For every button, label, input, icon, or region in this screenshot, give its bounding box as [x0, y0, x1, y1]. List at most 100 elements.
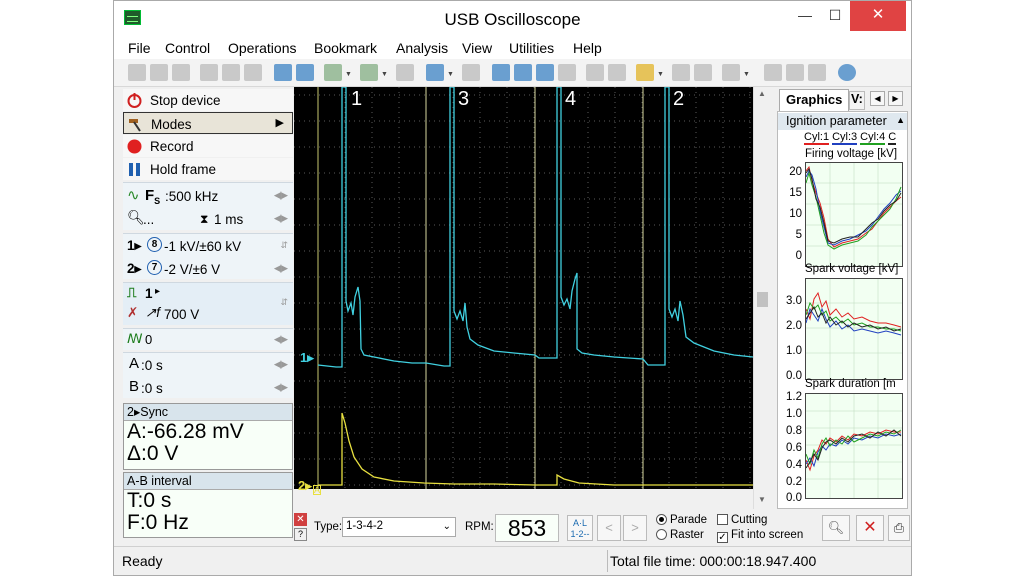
- waveform-icon[interactable]: [274, 64, 292, 81]
- sync-info-box: 2▸Sync A:-66.28 mV Δ:0 V: [123, 403, 293, 470]
- raster-label: Raster: [670, 529, 704, 541]
- oscilloscope-display[interactable]: 1 3 4 2 1▸ 2▸ A: [294, 87, 771, 495]
- tab-scroll-left-icon[interactable]: ◀: [870, 91, 885, 106]
- folder-icon[interactable]: [636, 64, 654, 81]
- scrollbar-thumb[interactable]: [757, 292, 768, 307]
- sync-cylinders-button[interactable]: A·L 1-2--: [567, 515, 593, 541]
- cutting-checkbox[interactable]: Cutting: [717, 514, 767, 526]
- filter-arrows-icon[interactable]: ◀|▶: [274, 334, 288, 345]
- zoom-button[interactable]: 🔍︎: [822, 515, 850, 541]
- clear-button[interactable]: ✕: [856, 515, 884, 541]
- firing-tick-20: 20: [789, 166, 802, 178]
- filter-row[interactable]: ꟿ 0 ◀|▶: [123, 328, 293, 350]
- check-multi-icon[interactable]: [536, 64, 554, 81]
- stop-device-button[interactable]: Stop device: [123, 89, 293, 111]
- sample-rate-arrows-icon[interactable]: ◀|▶: [274, 190, 288, 201]
- rpm-display: 853: [495, 514, 559, 542]
- frame-icon[interactable]: [586, 64, 604, 81]
- modes-button[interactable]: Modes ▶: [123, 112, 293, 134]
- print-icon[interactable]: [172, 64, 190, 81]
- menu-operations[interactable]: Operations: [228, 40, 296, 56]
- trigger-arrows-icon[interactable]: ⇵: [280, 297, 287, 308]
- timebase-arrows-icon[interactable]: ◀|▶: [274, 213, 288, 224]
- filter-dropdown-icon[interactable]: ▼: [381, 71, 388, 78]
- list-icon[interactable]: [722, 64, 740, 81]
- paste-frame-icon[interactable]: [222, 64, 240, 81]
- cursor-b-arrows-icon[interactable]: ◀|▶: [274, 382, 288, 393]
- stop-icon[interactable]: [694, 64, 712, 81]
- eraser-icon[interactable]: [608, 64, 626, 81]
- menu-view[interactable]: View: [462, 40, 492, 56]
- document-icon[interactable]: [786, 64, 804, 81]
- channel-1-marker[interactable]: 1▸: [300, 350, 314, 366]
- channel-1-range[interactable]: 1▸ 8 -1 kV/±60 kV ⇵: [123, 235, 293, 257]
- menu-control[interactable]: Control: [165, 40, 210, 56]
- zoom-timebase-control[interactable]: 🔍︎ ... ⧗ 1 ms ◀|▶: [123, 208, 293, 230]
- list-dropdown-icon[interactable]: ▼: [743, 71, 750, 78]
- record-button[interactable]: Record: [123, 135, 293, 157]
- tab-graphics[interactable]: Graphics: [779, 89, 849, 111]
- scope-vertical-scrollbar[interactable]: ▲ ▼: [753, 87, 771, 509]
- cursor-a-marker[interactable]: A: [313, 485, 322, 495]
- tab-scroll-right-icon[interactable]: ▶: [888, 91, 903, 106]
- trigger-edge-icon: ⎍: [127, 285, 137, 300]
- tab-values[interactable]: V:: [849, 91, 865, 110]
- raster-radio[interactable]: Raster: [656, 529, 704, 541]
- channel-1-arrows-icon[interactable]: ⇵: [280, 240, 287, 251]
- cursor-a-control[interactable]: A :0 s ◀|▶: [123, 354, 293, 376]
- folder-dropdown-icon[interactable]: ▼: [657, 71, 664, 78]
- chart-view-dropdown-icon[interactable]: ▼: [447, 71, 454, 78]
- minimize-button[interactable]: —: [790, 1, 820, 31]
- menu-bookmark[interactable]: Bookmark: [314, 40, 377, 56]
- close-bar-icon[interactable]: ✕: [294, 513, 307, 526]
- play-icon[interactable]: [672, 64, 690, 81]
- menu-file[interactable]: File: [128, 40, 151, 56]
- status-file-time: Total file time: 000:00:18.947.400: [610, 553, 817, 569]
- analysis-icon[interactable]: [324, 64, 342, 81]
- menu-utilities[interactable]: Utilities: [509, 40, 554, 56]
- maximize-button[interactable]: ☐: [820, 1, 850, 31]
- trigger-source[interactable]: ⎍ 1 ▸: [123, 283, 293, 305]
- ab-t-value: T:0 s: [127, 489, 172, 512]
- chart-view-icon[interactable]: [426, 64, 444, 81]
- channel-2-marker-label: 2: [298, 478, 306, 493]
- open-icon[interactable]: [128, 64, 146, 81]
- collapse-icon[interactable]: ▲: [896, 115, 905, 125]
- next-button[interactable]: >: [623, 515, 647, 541]
- tool-icon[interactable]: [244, 64, 262, 81]
- filter-icon[interactable]: [360, 64, 378, 81]
- channel-2-range[interactable]: 2▸ 7 -2 V/±6 V ◀|▶: [123, 258, 293, 280]
- close-doc-icon[interactable]: [808, 64, 826, 81]
- delete-icon[interactable]: [462, 64, 480, 81]
- check-icon[interactable]: [492, 64, 510, 81]
- previous-button[interactable]: <: [597, 515, 621, 541]
- hold-frame-button[interactable]: Hold frame: [123, 158, 293, 180]
- print-button[interactable]: ⎙: [888, 515, 910, 541]
- fit-screen-checkbox[interactable]: ✓ Fit into screen: [717, 529, 803, 543]
- menu-analysis[interactable]: Analysis: [396, 40, 448, 56]
- trigger-level[interactable]: ✗ ↗f 700 V: [123, 303, 293, 325]
- cursor-a-arrows-icon[interactable]: ◀|▶: [274, 359, 288, 370]
- channel-2-marker[interactable]: 2▸: [298, 478, 312, 494]
- help-icon[interactable]: [838, 64, 856, 81]
- scroll-down-icon[interactable]: ▼: [758, 495, 766, 504]
- channel-2-arrows-icon[interactable]: ◀|▶: [274, 263, 288, 274]
- cursor-b-control[interactable]: B :0 s ◀|▶: [123, 377, 293, 399]
- image-icon[interactable]: [764, 64, 782, 81]
- sample-rate-control[interactable]: ∿ FS :500 kHz ◀|▶: [123, 185, 293, 207]
- scroll-up-icon[interactable]: ▲: [758, 89, 766, 98]
- checklist-icon[interactable]: [558, 64, 576, 81]
- menu-help[interactable]: Help: [573, 40, 602, 56]
- check-all-icon[interactable]: [514, 64, 532, 81]
- firing-order-select[interactable]: 1-3-4-2 ⌄: [342, 517, 456, 537]
- measure-icon[interactable]: [296, 64, 314, 81]
- undo-icon[interactable]: [396, 64, 414, 81]
- analysis-dropdown-icon[interactable]: ▼: [345, 71, 352, 78]
- copy-frame-icon[interactable]: [200, 64, 218, 81]
- parade-radio[interactable]: Parade: [656, 514, 707, 526]
- spark-voltage-plot: [805, 279, 902, 379]
- save-icon[interactable]: [150, 64, 168, 81]
- close-button[interactable]: ✕: [850, 1, 906, 31]
- help-bar-icon[interactable]: ?: [294, 528, 307, 541]
- spark-voltage-chart: [805, 278, 903, 380]
